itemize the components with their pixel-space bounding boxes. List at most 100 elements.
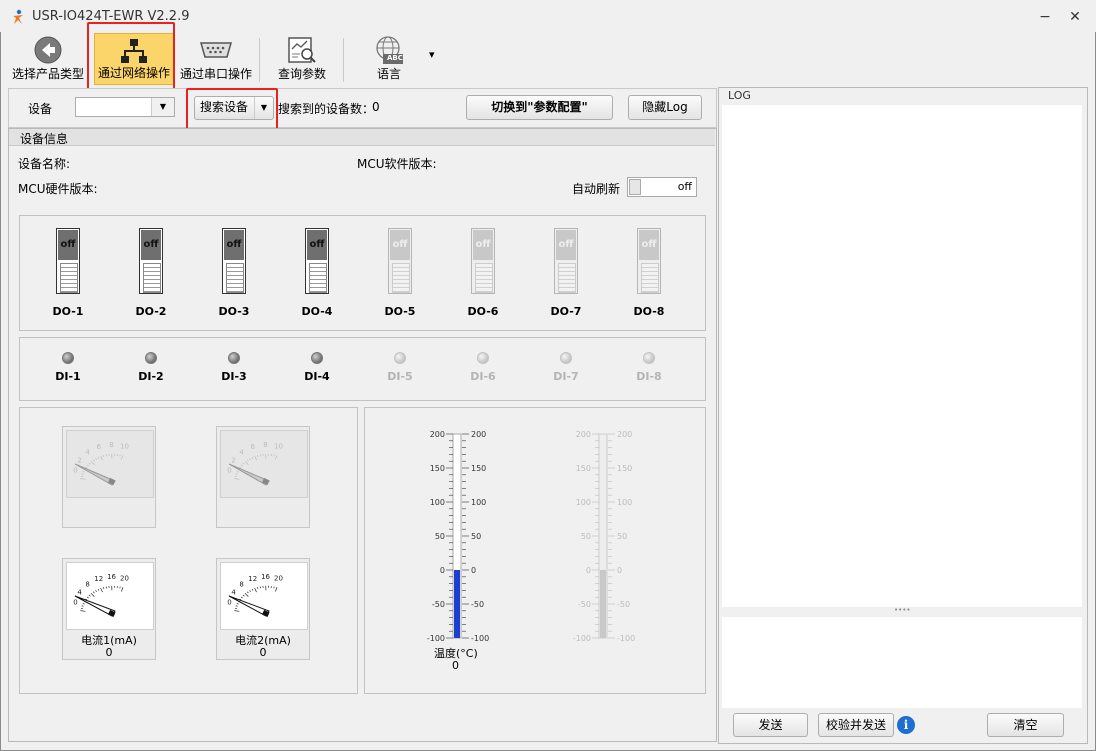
query-chart-icon xyxy=(288,37,316,63)
current2-gauge: 0 4 8 12 16 20 电流2(mA) 0 xyxy=(216,558,310,660)
gauge-tick xyxy=(92,591,95,594)
mcu-software-version-label: MCU软件版本: xyxy=(357,157,437,171)
do-switch-1[interactable]: off xyxy=(56,228,80,294)
di-label-6: DI-6 xyxy=(470,370,496,383)
toolbar-separator xyxy=(259,38,260,82)
thermometer-tick-label: 100 xyxy=(430,498,445,507)
gauge-tick xyxy=(86,596,89,599)
thermometer-tick-label: 0 xyxy=(440,566,445,575)
gauge-tick xyxy=(256,587,259,589)
device-select[interactable]: ▼ xyxy=(75,97,175,117)
minimize-button[interactable]: − xyxy=(1032,7,1058,27)
gauge-face: 0 4 8 12 16 20 xyxy=(66,562,154,630)
auto-refresh-toggle[interactable]: off xyxy=(627,177,697,197)
di-label-1: DI-1 xyxy=(55,370,81,383)
gauge-tick xyxy=(251,588,254,591)
gauge-tick xyxy=(100,455,103,461)
do-label-7: DO-7 xyxy=(550,305,582,318)
gauge-tick xyxy=(88,462,91,465)
serial-operation-label: 通过串口操作 xyxy=(179,67,252,81)
gauge-tick xyxy=(95,458,97,460)
thermometer-fill xyxy=(454,570,460,638)
gauge-tick xyxy=(92,459,95,462)
thermometer-tick-label: 150 xyxy=(576,464,591,473)
thermometer-tick-label: 0 xyxy=(617,566,622,575)
language-button[interactable]: ABC 语言 xyxy=(352,33,426,85)
do-panel xyxy=(19,215,706,331)
select-product-type-button[interactable]: 选择产品类型 xyxy=(8,33,88,85)
query-params-label: 查询参数 xyxy=(277,67,326,81)
temperature-panel xyxy=(364,407,706,694)
gauge-tick-label: 16 xyxy=(261,573,270,581)
chevron-down-icon: ▼ xyxy=(151,98,174,116)
gauge-tick-label: 10 xyxy=(120,442,129,450)
gauge-tick xyxy=(275,455,278,460)
di-indicator-3 xyxy=(228,352,240,364)
di-indicator-7 xyxy=(560,352,572,364)
select-product-type-label: 选择产品类型 xyxy=(11,67,84,81)
gauge-tick-label: 20 xyxy=(274,574,283,582)
gauge-tick xyxy=(121,455,124,460)
switch-to-param-config-button[interactable]: 切换到"参数配置" xyxy=(466,95,613,120)
thermometer-tick-label: -100 xyxy=(573,634,591,643)
verify-send-button[interactable]: 校验并发送 xyxy=(818,713,894,737)
thermometer-tick-label: -50 xyxy=(617,600,630,609)
gauge-face: 0 4 8 12 16 20 xyxy=(220,562,308,630)
serial-port-icon xyxy=(200,42,232,58)
gauge-face: 0 2 4 6 8 10 xyxy=(66,430,154,498)
gauge-tick-label: 0 xyxy=(227,467,231,475)
log-output[interactable] xyxy=(722,105,1082,607)
gauge-tick xyxy=(249,590,251,592)
language-dropdown-arrow-icon[interactable]: ▾ xyxy=(429,48,435,61)
switch-body xyxy=(558,263,576,293)
do-switch-2[interactable]: off xyxy=(139,228,163,294)
do-switch-4[interactable]: off xyxy=(305,228,329,294)
gauge-tick xyxy=(235,473,238,475)
analog-gauge-disabled-1: 0 2 4 6 8 10 xyxy=(62,426,156,528)
gauge-tick-label: 16 xyxy=(107,573,116,581)
gauge-tick xyxy=(82,603,85,605)
do-switch-7: off xyxy=(554,228,578,294)
do-label-4: DO-4 xyxy=(301,305,333,318)
gauge-tick xyxy=(86,464,89,467)
do-label-5: DO-5 xyxy=(384,305,416,318)
do-switch-6: off xyxy=(471,228,495,294)
thermometer-tick-label: -50 xyxy=(432,600,445,609)
splitter-handle[interactable]: •••• xyxy=(894,606,911,614)
do-switch-3[interactable]: off xyxy=(222,228,246,294)
gauge-value: 0 xyxy=(105,646,113,659)
switch-body xyxy=(475,263,493,293)
switch-state: off xyxy=(475,239,491,250)
log-title: LOG xyxy=(728,89,751,102)
do-switch-5: off xyxy=(388,228,412,294)
switch-body xyxy=(226,263,244,293)
send-button[interactable]: 发送 xyxy=(733,713,808,737)
gauge-tick-label: 0 xyxy=(73,599,77,607)
do-switch-8: off xyxy=(637,228,661,294)
clear-button[interactable]: 清空 xyxy=(987,713,1064,737)
gauge-tick xyxy=(234,478,240,480)
highlight-box xyxy=(87,22,175,91)
thermometer-tick-label: -100 xyxy=(427,634,445,643)
info-icon[interactable]: i xyxy=(897,716,915,734)
gauge-tick xyxy=(97,456,100,459)
temperature-value: 0 xyxy=(452,659,459,672)
auto-refresh-state: off xyxy=(677,180,692,193)
thermometer-tick-label: -50 xyxy=(471,600,484,609)
gauge-tick xyxy=(244,593,249,597)
log-input[interactable] xyxy=(722,617,1082,708)
query-params-button[interactable]: 查询参数 xyxy=(266,33,338,85)
mcu-hardware-version-label: MCU硬件版本: xyxy=(18,182,98,196)
thermometer-tick-label: 200 xyxy=(617,430,632,439)
do-label-2: DO-2 xyxy=(135,305,167,318)
serial-operation-button[interactable]: 通过串口操作 xyxy=(176,33,256,85)
switch-body xyxy=(641,263,659,293)
do-label-6: DO-6 xyxy=(467,305,499,318)
thermometer-tick-label: 200 xyxy=(576,430,591,439)
gauge-tick xyxy=(275,587,278,592)
close-button[interactable]: ✕ xyxy=(1062,7,1088,27)
current1-gauge: 0 4 8 12 16 20 电流1(mA) 0 xyxy=(62,558,156,660)
search-count-value: 0 xyxy=(372,100,380,114)
di-indicator-6 xyxy=(477,352,489,364)
hide-log-button[interactable]: 隐藏Log xyxy=(628,95,702,120)
